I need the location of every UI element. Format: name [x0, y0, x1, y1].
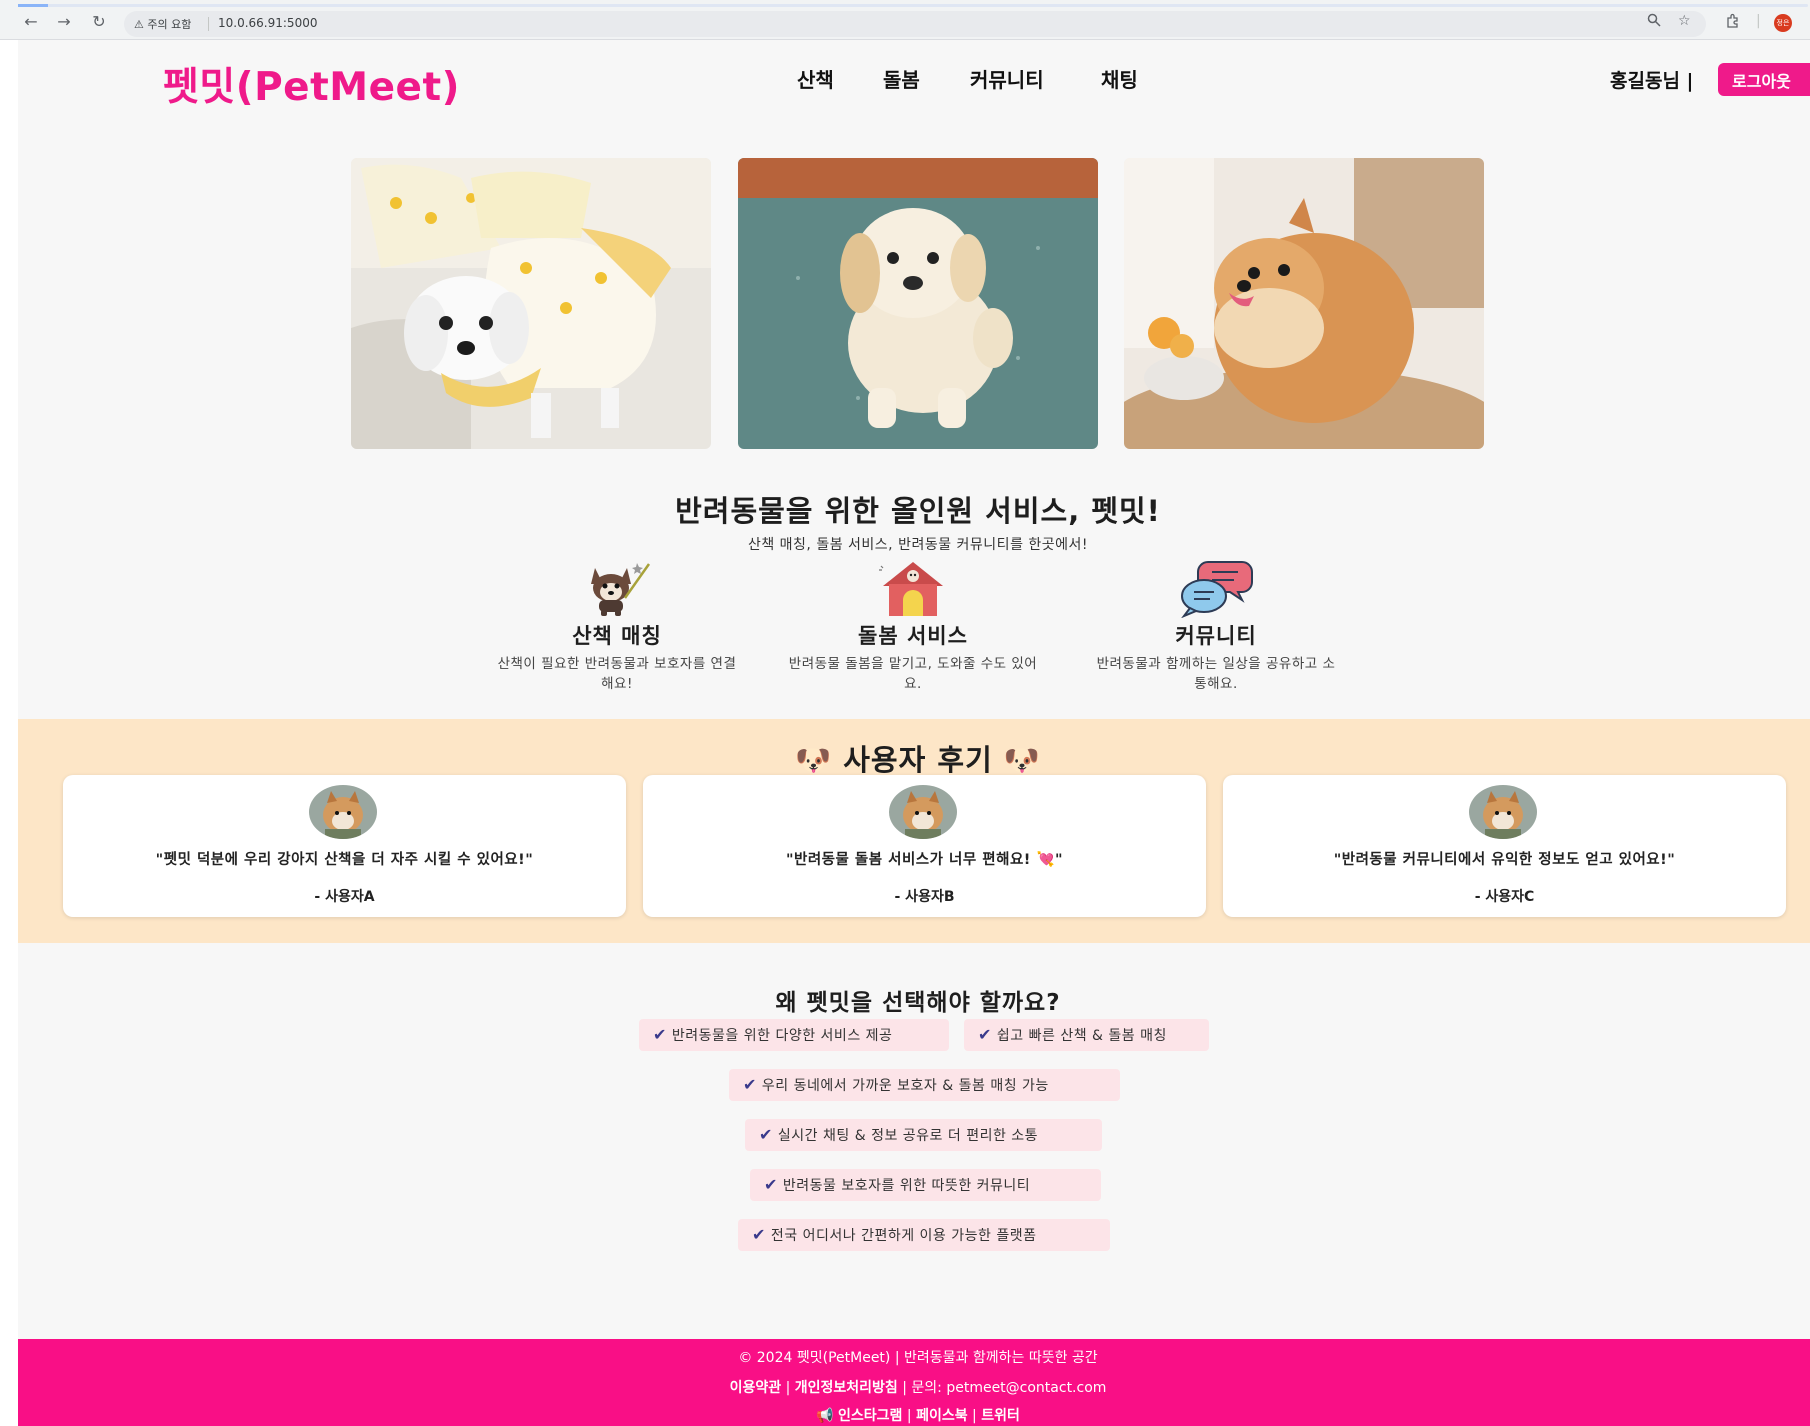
review-text: "펫밋 덕분에 우리 강아지 산책을 더 자주 시킬 수 있어요!": [155, 852, 534, 868]
url-text[interactable]: 10.0.66.91:5000: [218, 16, 317, 30]
reload-icon[interactable]: ↻: [90, 13, 108, 31]
feature-desc: 산책이 필요한 반려동물과 보호자를 연결해요!: [497, 656, 737, 692]
user-greeting: 홍길동님 |: [1610, 70, 1694, 92]
feature-desc: 반려동물 돌봄을 맡기고, 도와줄 수도 있어요.: [788, 656, 1038, 692]
why-title: 왜 펫밋을 선택해야 할까요?: [775, 990, 1061, 1016]
review-card: "펫밋 덕분에 우리 강아지 산책을 더 자주 시킬 수 있어요!" - 사용자…: [63, 775, 626, 917]
feature-care-service[interactable]: 돌봄 서비스 반려동물 돌봄을 맡기고, 도와줄 수도 있어요.: [788, 558, 1038, 694]
dog-walking-icon: [591, 563, 651, 616]
toolbar-divider: |: [1756, 13, 1761, 29]
zoom-icon[interactable]: [1647, 13, 1661, 31]
why-item: ✔ 반려동물을 위한 다양한 서비스 제공: [639, 1019, 949, 1051]
review-author: - 사용자B: [894, 889, 955, 905]
check-icon: ✔: [759, 1125, 773, 1144]
security-warning[interactable]: ⚠ 주의 요함: [134, 16, 191, 32]
footer-sep: |: [972, 1408, 977, 1424]
site-logo[interactable]: 펫밋(PetMeet): [163, 56, 460, 112]
feature-desc: 반려동물과 함께하는 일상을 공유하고 소통해요.: [1096, 656, 1336, 692]
why-item: ✔ 우리 동네에서 가까운 보호자 & 돌봄 매칭 가능: [729, 1069, 1120, 1101]
check-icon: ✔: [764, 1175, 778, 1194]
back-icon[interactable]: ←: [22, 13, 40, 31]
chat-bubbles-icon: [1181, 561, 1253, 618]
footer-links: 이용약관 | 개인정보처리방침 | 문의: petmeet@contact.co…: [18, 1377, 1810, 1397]
address-bar[interactable]: ⚠ 주의 요함 10.0.66.91:5000: [124, 11, 1706, 37]
extensions-icon[interactable]: [1725, 13, 1741, 33]
dog-house-icon: [879, 562, 943, 616]
review-card: "반려동물 커뮤니티에서 유익한 정보도 얻고 있어요!" - 사용자C: [1223, 775, 1786, 917]
why-item-text: 반려동물 보호자를 위한 따뜻한 커뮤니티: [782, 1178, 1031, 1194]
why-item-text: 쉽고 빠른 산책 & 돌봄 매칭: [996, 1028, 1167, 1044]
intro-headline: 반려동물을 위한 올인원 서비스, 펫밋!: [675, 494, 1161, 528]
why-item-text: 우리 동네에서 가까운 보호자 & 돌봄 매칭 가능: [761, 1078, 1049, 1094]
privacy-link[interactable]: 개인정보처리방침: [795, 1380, 898, 1396]
site-footer: © 2024 펫밋(PetMeet) | 반려동물과 함께하는 따뜻한 공간 이…: [18, 1339, 1810, 1426]
browser-toolbar: ← → ↻ ⚠ 주의 요함 10.0.66.91:5000 ☆ | 정은: [0, 0, 1810, 40]
check-icon: ✔: [653, 1025, 667, 1044]
tab-strip: [18, 4, 1808, 7]
profile-avatar[interactable]: 정은: [1774, 14, 1792, 32]
why-item-text: 실시간 채팅 & 정보 공유로 더 편리한 소통: [777, 1128, 1039, 1144]
instagram-link[interactable]: 인스타그램: [838, 1408, 902, 1424]
feature-title: 커뮤니티: [1175, 624, 1257, 648]
avatar: [889, 785, 957, 839]
twitter-link[interactable]: 트위터: [981, 1408, 1020, 1424]
feature-community[interactable]: 커뮤니티 반려동물과 함께하는 일상을 공유하고 소통해요.: [1091, 558, 1341, 694]
intro-subline: 산책 매칭, 돌봄 서비스, 반려동물 커뮤니티를 한곳에서!: [747, 537, 1089, 553]
footer-contact: | 문의: petmeet@contact.com: [902, 1380, 1107, 1396]
why-item: ✔ 실시간 채팅 & 정보 공유로 더 편리한 소통: [745, 1119, 1102, 1151]
footer-sep: |: [785, 1380, 791, 1396]
why-item: ✔ 쉽고 빠른 산책 & 돌봄 매칭: [964, 1019, 1209, 1051]
check-icon: ✔: [743, 1075, 757, 1094]
hero-image-maltese: [351, 158, 711, 449]
footer-copyright: © 2024 펫밋(PetMeet) | 반려동물과 함께하는 따뜻한 공간: [738, 1350, 1098, 1366]
security-label: 주의 요함: [147, 18, 192, 31]
feature-walk-matching[interactable]: 산책 매칭 산책이 필요한 반려동물과 보호자를 연결해요!: [492, 558, 742, 694]
bookmark-star-icon[interactable]: ☆: [1678, 13, 1691, 29]
avatar: [1469, 785, 1537, 839]
feature-title: 산책 매칭: [572, 624, 662, 648]
nav-community[interactable]: 커뮤니티: [970, 64, 1044, 93]
review-author: - 사용자C: [1474, 889, 1535, 905]
check-icon: ✔: [752, 1225, 766, 1244]
reviews-section: 🐶 사용자 후기 🐶 "펫밋 덕분에 우리 강아지 산책을 더 자주 시킬 수 …: [18, 719, 1810, 943]
logout-button[interactable]: 로그아웃: [1718, 63, 1810, 96]
megaphone-icon: 📢: [816, 1408, 834, 1424]
nav-walk[interactable]: 산책: [797, 64, 834, 93]
footer-social: 📢 인스타그램 | 페이스북 | 트위터: [18, 1405, 1810, 1425]
why-item: ✔ 반려동물 보호자를 위한 따뜻한 커뮤니티: [750, 1169, 1101, 1201]
terms-link[interactable]: 이용약관: [730, 1380, 782, 1396]
footer-sep: |: [906, 1408, 912, 1424]
review-author: - 사용자A: [314, 889, 375, 905]
omnibox-separator: [208, 17, 209, 31]
feature-title: 돌봄 서비스: [858, 624, 968, 648]
facebook-link[interactable]: 페이스북: [916, 1408, 968, 1424]
avatar: [309, 785, 377, 839]
why-item: ✔ 전국 어디서나 간편하게 이용 가능한 플랫폼: [738, 1219, 1110, 1251]
review-text: "반려동물 돌봄 서비스가 너무 편해요! 💘": [785, 852, 1064, 868]
forward-icon[interactable]: →: [55, 13, 73, 31]
review-text: "반려동물 커뮤니티에서 유익한 정보도 얻고 있어요!": [1333, 852, 1676, 868]
why-item-text: 전국 어디서나 간편하게 이용 가능한 플랫폼: [770, 1228, 1037, 1244]
check-icon: ✔: [978, 1025, 992, 1044]
active-tab-indicator: [18, 4, 48, 7]
hero-image-pomeranian: [1124, 158, 1484, 449]
page: 펫밋(PetMeet) 산책 돌봄 커뮤니티 채팅 홍길동님 | 로그아웃 반려…: [18, 40, 1810, 1426]
reviews-title: 🐶 사용자 후기 🐶: [795, 743, 1041, 777]
nav-care[interactable]: 돌봄: [883, 64, 920, 93]
why-item-text: 반려동물을 위한 다양한 서비스 제공: [671, 1028, 893, 1044]
hero-image-golden-puppy: [738, 158, 1098, 449]
review-card: "반려동물 돌봄 서비스가 너무 편해요! 💘" - 사용자B: [643, 775, 1206, 917]
nav-chat[interactable]: 채팅: [1101, 64, 1138, 93]
